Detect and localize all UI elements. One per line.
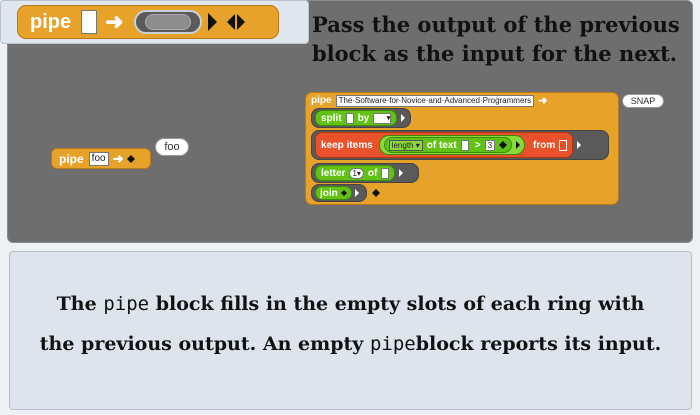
keep-label: keep items bbox=[321, 139, 373, 151]
expand-arrow-icon[interactable] bbox=[399, 169, 404, 177]
gt-value[interactable]: 3 bbox=[484, 139, 496, 151]
expand-arrow-icon[interactable] bbox=[516, 141, 521, 149]
pipe-input[interactable]: The·Software·for·Novice·and·Advanced·Pro… bbox=[335, 94, 535, 107]
keep-ring[interactable]: keep items length ▾ of text > 3 from bbox=[311, 130, 609, 160]
pipe-input[interactable]: foo bbox=[88, 151, 109, 166]
length-option: length bbox=[391, 140, 414, 150]
of-text-label: of text bbox=[426, 139, 457, 151]
variadic-arrows-icon[interactable] bbox=[499, 141, 508, 149]
split-ring[interactable]: split by ▾ bbox=[311, 108, 411, 128]
of-label: of bbox=[367, 167, 378, 179]
ring-inner-slot bbox=[144, 14, 191, 30]
headline-line-2: block as the input for the next. bbox=[312, 41, 678, 66]
split-block[interactable]: split by ▾ bbox=[315, 110, 398, 126]
pipe-block-header[interactable]: pipe ➜ bbox=[17, 5, 279, 39]
join-block[interactable]: join bbox=[315, 186, 352, 200]
caption-text: The bbox=[56, 293, 97, 315]
join-ring[interactable]: join bbox=[311, 184, 367, 202]
pipe-label: pipe bbox=[30, 10, 72, 33]
predicate-ring[interactable]: length ▾ of text > 3 bbox=[378, 135, 526, 155]
arrow-icon: ➜ bbox=[538, 95, 548, 107]
pipe-label: pipe bbox=[59, 151, 84, 166]
pipe-label: pipe bbox=[311, 95, 332, 106]
title-tab: pipe ➜ bbox=[0, 0, 309, 44]
caption-code: pipe bbox=[103, 293, 150, 315]
headline-line-1: Pass the output of the previous bbox=[312, 12, 680, 37]
variadic-arrows-icon[interactable] bbox=[127, 154, 136, 163]
empty-ring-slot[interactable] bbox=[133, 10, 202, 34]
arrow-icon: ➜ bbox=[105, 9, 124, 34]
empty-input-slot[interactable] bbox=[81, 10, 98, 34]
caption-code: pipe bbox=[369, 333, 416, 355]
expand-arrow-icon[interactable] bbox=[577, 141, 582, 149]
result-bubble-small: foo bbox=[155, 138, 189, 156]
arrow-icon: ➜ bbox=[112, 150, 124, 166]
caption-line-2: the previous output. An empty pipeblock … bbox=[10, 324, 691, 364]
pipe-block-small[interactable]: pipe foo ➜ bbox=[51, 148, 151, 169]
caption-line-1: The pipe block fills in the empty slots … bbox=[10, 284, 691, 324]
caption-text: the previous output. An empty bbox=[39, 333, 364, 355]
caption-text: block reports its input. bbox=[415, 333, 662, 355]
empty-text-slot[interactable] bbox=[345, 112, 354, 124]
keep-block[interactable]: keep items length ▾ of text > 3 from bbox=[315, 132, 574, 158]
length-dropdown[interactable]: length ▾ bbox=[388, 139, 423, 151]
letter-block[interactable]: letter 1▾ of bbox=[315, 165, 396, 181]
variadic-arrows-icon[interactable] bbox=[226, 14, 245, 30]
expand-arrow-icon[interactable] bbox=[401, 114, 406, 122]
expand-arrow-icon[interactable] bbox=[207, 13, 217, 31]
empty-text-slot[interactable] bbox=[381, 167, 390, 179]
by-dropdown[interactable]: ▾ bbox=[373, 112, 392, 124]
letter-label: letter bbox=[321, 167, 346, 179]
index-value: 1 bbox=[352, 168, 357, 178]
from-label: from bbox=[533, 139, 556, 151]
empty-text-slot[interactable] bbox=[460, 139, 469, 151]
headline: Pass the output of the previous block as… bbox=[312, 10, 692, 68]
caption: The pipe block fills in the empty slots … bbox=[10, 284, 691, 364]
caption-text: block fills in the empty slots of each r… bbox=[155, 293, 645, 315]
letter-ring[interactable]: letter 1▾ of bbox=[311, 163, 419, 183]
by-label: by bbox=[357, 112, 370, 124]
pipe-big-header: pipe The·Software·for·Novice·and·Advance… bbox=[311, 93, 547, 108]
gt-block[interactable]: length ▾ of text > 3 bbox=[383, 137, 513, 153]
split-label: split bbox=[321, 112, 342, 124]
list-icon[interactable] bbox=[559, 139, 568, 151]
expand-arrow-icon[interactable] bbox=[354, 189, 359, 197]
pipe-variadic-arrows-icon[interactable] bbox=[372, 189, 380, 197]
result-bubble-big: SNAP bbox=[622, 94, 664, 108]
gt-label: > bbox=[474, 139, 481, 151]
variadic-arrows-icon[interactable] bbox=[340, 190, 347, 196]
join-label: join bbox=[320, 187, 338, 199]
index-dropdown[interactable]: 1▾ bbox=[349, 167, 364, 179]
caption-panel: The pipe block fills in the empty slots … bbox=[9, 251, 692, 410]
